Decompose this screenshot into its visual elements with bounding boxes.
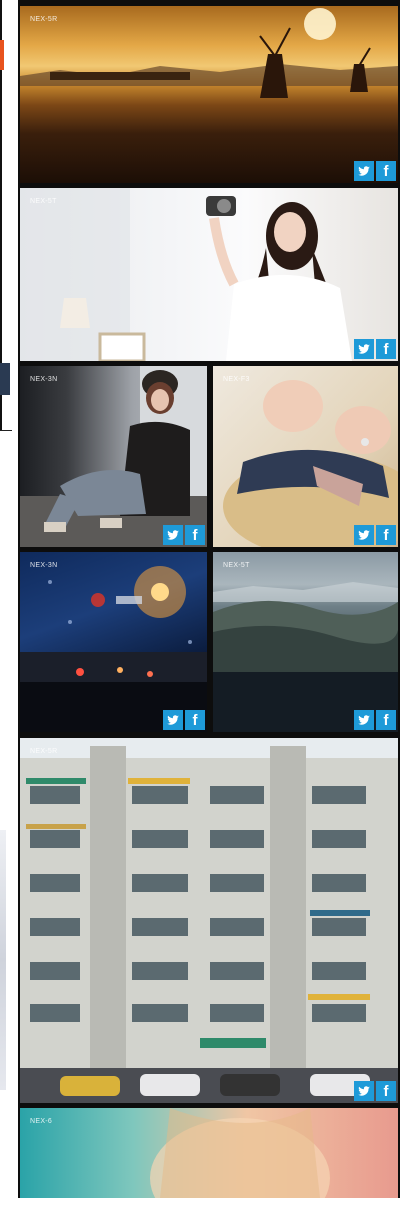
facebook-icon: f (383, 526, 389, 544)
photo-card-girl-sitting[interactable]: NEX-3N f (20, 366, 207, 547)
photo-card-mountains[interactable]: NEX-5T f (213, 552, 398, 732)
facebook-share-button[interactable]: f (376, 339, 396, 359)
share-buttons: f (354, 710, 396, 730)
share-buttons: f (163, 710, 205, 730)
twitter-share-button[interactable] (163, 710, 183, 730)
sunset-scene (20, 8, 398, 98)
camera-model-label: NEX-5R (30, 748, 58, 755)
night-scene (20, 566, 207, 732)
photo-card-woman-camera[interactable]: NEX-5T f (20, 188, 398, 361)
girl-scene (20, 366, 207, 547)
page-edge-accent (0, 40, 4, 70)
page-edge-stripe (0, 363, 10, 395)
twitter-share-button[interactable] (354, 339, 374, 359)
page-edge-panel (0, 830, 6, 1090)
facebook-share-button[interactable]: f (376, 525, 396, 545)
camera-model-label: NEX-5R (30, 16, 58, 23)
share-buttons: f (354, 339, 396, 359)
share-buttons: f (354, 525, 396, 545)
facebook-icon: f (192, 526, 198, 544)
twitter-share-button[interactable] (354, 710, 374, 730)
facebook-icon: f (383, 340, 389, 358)
twitter-icon (358, 715, 370, 725)
camera-model-label: NEX-5T (30, 198, 57, 205)
facebook-icon: f (192, 711, 198, 729)
portrait-scene (150, 1108, 330, 1198)
photo-card-portrait[interactable]: NEX-6 (20, 1108, 398, 1198)
page-edge-tick (0, 430, 12, 431)
twitter-icon (358, 1086, 370, 1096)
twitter-icon (167, 715, 179, 725)
facebook-icon: f (383, 1082, 389, 1100)
photo-card-sunset[interactable]: NEX-5R f (20, 6, 398, 183)
photo-card-straw-hat[interactable]: NEX-F3 f (213, 366, 398, 547)
camera-model-label: NEX-3N (30, 562, 58, 569)
apartment-scene (20, 738, 398, 1103)
twitter-share-button[interactable] (354, 525, 374, 545)
facebook-share-button[interactable]: f (376, 710, 396, 730)
twitter-icon (358, 344, 370, 354)
twitter-icon (167, 530, 179, 540)
woman-scene (20, 188, 352, 361)
photo-card-rainy-night[interactable]: NEX-3N f (20, 552, 207, 732)
twitter-share-button[interactable] (163, 525, 183, 545)
share-buttons: f (354, 1081, 396, 1101)
share-buttons: f (354, 161, 396, 181)
twitter-share-button[interactable] (354, 1081, 374, 1101)
twitter-icon (358, 530, 370, 540)
facebook-share-button[interactable]: f (185, 525, 205, 545)
twitter-icon (358, 166, 370, 176)
twitter-share-button[interactable] (354, 161, 374, 181)
hat-scene (223, 380, 398, 547)
facebook-share-button[interactable]: f (376, 161, 396, 181)
camera-model-label: NEX-6 (30, 1118, 53, 1125)
facebook-icon: f (383, 711, 389, 729)
share-buttons: f (163, 525, 205, 545)
camera-model-label: NEX-3N (30, 376, 58, 383)
camera-model-label: NEX-F3 (223, 376, 250, 383)
photo-card-apartments[interactable]: NEX-5R f (20, 738, 398, 1103)
mountain-scene (213, 582, 398, 732)
camera-model-label: NEX-5T (223, 562, 250, 569)
facebook-share-button[interactable]: f (376, 1081, 396, 1101)
facebook-share-button[interactable]: f (185, 710, 205, 730)
facebook-icon: f (383, 162, 389, 180)
